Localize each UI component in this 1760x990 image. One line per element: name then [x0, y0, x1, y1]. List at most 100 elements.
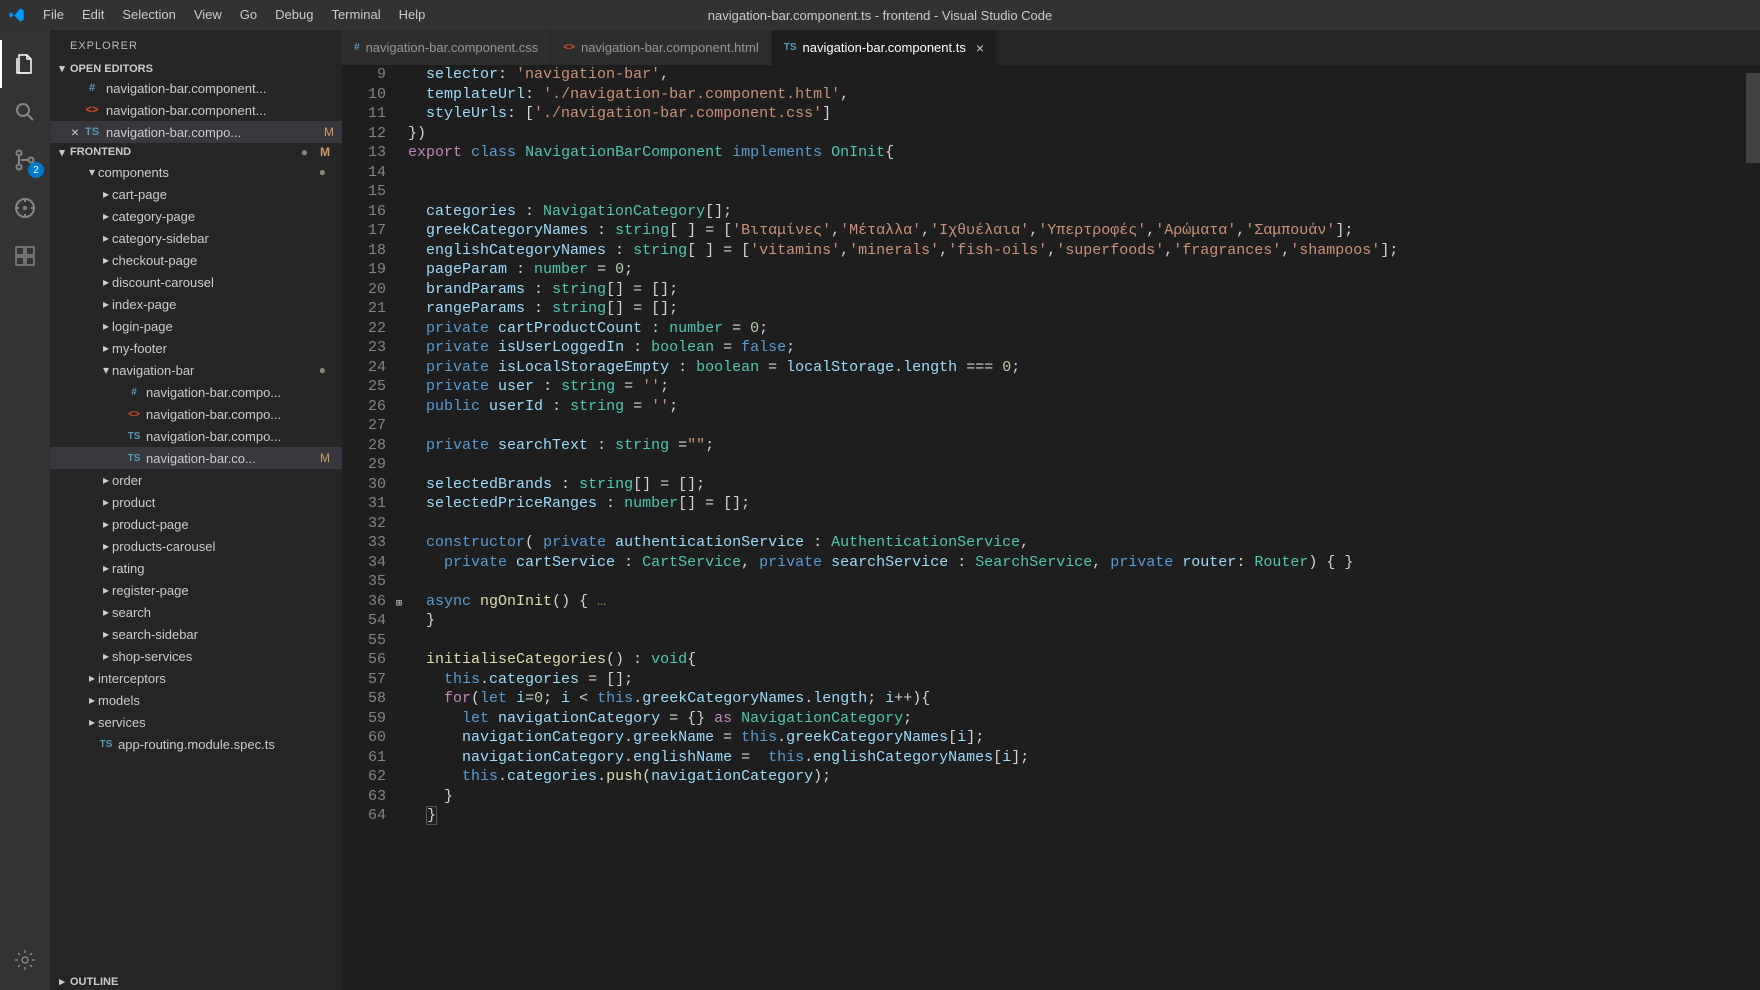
- chevron-icon[interactable]: ▾: [86, 165, 98, 179]
- chevron-icon[interactable]: ▸: [100, 319, 112, 333]
- tree-item[interactable]: ▸checkout-page: [50, 249, 342, 271]
- tree-item[interactable]: ▸product-page: [50, 513, 342, 535]
- debug-icon[interactable]: [0, 184, 50, 232]
- editor-tab[interactable]: TSnavigation-bar.component.ts×: [772, 30, 997, 65]
- source-control-icon[interactable]: 2: [0, 136, 50, 184]
- tree-item[interactable]: ▸interceptors: [50, 667, 342, 689]
- open-editors-header[interactable]: ▾OPEN EDITORS: [50, 60, 342, 77]
- tree-item[interactable]: ▸product: [50, 491, 342, 513]
- code-line[interactable]: this.categories.push(navigationCategory)…: [408, 767, 1746, 787]
- tree-item[interactable]: ▸index-page: [50, 293, 342, 315]
- chevron-icon[interactable]: ▾: [100, 363, 112, 377]
- code-line[interactable]: navigationCategory.englishName = this.en…: [408, 748, 1746, 768]
- chevron-icon[interactable]: ▸: [100, 209, 112, 223]
- settings-gear-icon[interactable]: [0, 936, 50, 984]
- code-line[interactable]: englishCategoryNames : string[ ] = ['vit…: [408, 241, 1746, 261]
- chevron-icon[interactable]: ▸: [100, 341, 112, 355]
- tree-item[interactable]: ▸search-sidebar: [50, 623, 342, 645]
- code-line[interactable]: for(let i=0; i < this.greekCategoryNames…: [408, 689, 1746, 709]
- code-content[interactable]: selector: 'navigation-bar', templateUrl:…: [404, 65, 1746, 990]
- outline-header[interactable]: ▸OUTLINE: [50, 973, 342, 990]
- menu-selection[interactable]: Selection: [113, 0, 184, 30]
- tree-item[interactable]: #navigation-bar.compo...: [50, 381, 342, 403]
- code-line[interactable]: export class NavigationBarComponent impl…: [408, 143, 1746, 163]
- open-editor-item[interactable]: <>navigation-bar.component...: [50, 99, 342, 121]
- code-line[interactable]: private cartProductCount : number = 0;: [408, 319, 1746, 339]
- editor-tab[interactable]: <>navigation-bar.component.html: [551, 30, 771, 65]
- code-line[interactable]: }: [408, 787, 1746, 807]
- tree-item[interactable]: ▸category-page: [50, 205, 342, 227]
- tree-item[interactable]: ▸category-sidebar: [50, 227, 342, 249]
- chevron-icon[interactable]: ▸: [100, 231, 112, 245]
- frontend-header[interactable]: ▾FRONTEND ● M: [50, 143, 342, 161]
- tree-item[interactable]: ▾navigation-bar●: [50, 359, 342, 381]
- code-line[interactable]: [408, 572, 1746, 592]
- tree-item[interactable]: ▸shop-services: [50, 645, 342, 667]
- tree-item[interactable]: ▸login-page: [50, 315, 342, 337]
- code-line[interactable]: [408, 416, 1746, 436]
- menu-help[interactable]: Help: [390, 0, 435, 30]
- code-line[interactable]: let navigationCategory = {} as Navigatio…: [408, 709, 1746, 729]
- code-line[interactable]: }): [408, 124, 1746, 144]
- code-line[interactable]: styleUrls: ['./navigation-bar.component.…: [408, 104, 1746, 124]
- code-line[interactable]: rangeParams : string[] = [];: [408, 299, 1746, 319]
- tree-item[interactable]: ▸services: [50, 711, 342, 733]
- menu-file[interactable]: File: [34, 0, 73, 30]
- chevron-icon[interactable]: ▸: [100, 583, 112, 597]
- code-editor[interactable]: 9101112131415161718192021222324252627282…: [342, 65, 1760, 990]
- code-line[interactable]: [408, 514, 1746, 534]
- open-editor-item[interactable]: ×TSnavigation-bar.compo...M: [50, 121, 342, 143]
- chevron-icon[interactable]: ▸: [86, 693, 98, 707]
- fold-icon[interactable]: ⊞: [396, 595, 402, 615]
- code-line[interactable]: private isLocalStorageEmpty : boolean = …: [408, 358, 1746, 378]
- tree-item[interactable]: ▸products-carousel: [50, 535, 342, 557]
- search-icon[interactable]: [0, 88, 50, 136]
- code-line[interactable]: async ngOnInit() { …: [408, 592, 1746, 612]
- chevron-icon[interactable]: ▸: [100, 275, 112, 289]
- open-editor-item[interactable]: #navigation-bar.component...: [50, 77, 342, 99]
- code-line[interactable]: constructor( private authenticationServi…: [408, 533, 1746, 553]
- menu-go[interactable]: Go: [231, 0, 266, 30]
- tree-item[interactable]: ▸my-footer: [50, 337, 342, 359]
- code-line[interactable]: selectedPriceRanges : number[] = [];: [408, 494, 1746, 514]
- tree-item[interactable]: ▸rating: [50, 557, 342, 579]
- code-line[interactable]: [408, 455, 1746, 475]
- chevron-icon[interactable]: ▸: [100, 649, 112, 663]
- editor-tab[interactable]: #navigation-bar.component.css: [342, 30, 551, 65]
- tree-item[interactable]: ▸order: [50, 469, 342, 491]
- code-line[interactable]: private searchText : string ="";: [408, 436, 1746, 456]
- code-line[interactable]: templateUrl: './navigation-bar.component…: [408, 85, 1746, 105]
- code-line[interactable]: [408, 163, 1746, 183]
- chevron-icon[interactable]: ▸: [100, 517, 112, 531]
- close-icon[interactable]: ×: [976, 40, 984, 56]
- code-line[interactable]: selector: 'navigation-bar',: [408, 65, 1746, 85]
- menu-debug[interactable]: Debug: [266, 0, 322, 30]
- code-line[interactable]: pageParam : number = 0;: [408, 260, 1746, 280]
- tree-item[interactable]: ▸register-page: [50, 579, 342, 601]
- chevron-icon[interactable]: ▸: [86, 715, 98, 729]
- tree-item[interactable]: TSnavigation-bar.compo...: [50, 425, 342, 447]
- scrollbar-thumb[interactable]: [1746, 73, 1760, 163]
- tree-item[interactable]: ▾components●: [50, 161, 342, 183]
- chevron-icon[interactable]: ▸: [100, 627, 112, 641]
- chevron-icon[interactable]: ▸: [86, 671, 98, 685]
- tree-item[interactable]: TSapp-routing.module.spec.ts: [50, 733, 342, 755]
- code-line[interactable]: navigationCategory.greekName = this.gree…: [408, 728, 1746, 748]
- code-line[interactable]: public userId : string = '';: [408, 397, 1746, 417]
- tree-item[interactable]: ▸cart-page: [50, 183, 342, 205]
- tree-item[interactable]: ▸models: [50, 689, 342, 711]
- menu-view[interactable]: View: [185, 0, 231, 30]
- menu-terminal[interactable]: Terminal: [322, 0, 389, 30]
- code-line[interactable]: private user : string = '';: [408, 377, 1746, 397]
- explorer-icon[interactable]: [0, 40, 50, 88]
- chevron-icon[interactable]: ▸: [100, 473, 112, 487]
- chevron-icon[interactable]: ▸: [100, 253, 112, 267]
- chevron-icon[interactable]: ▸: [100, 495, 112, 509]
- menu-edit[interactable]: Edit: [73, 0, 113, 30]
- code-line[interactable]: categories : NavigationCategory[];: [408, 202, 1746, 222]
- chevron-icon[interactable]: ▸: [100, 605, 112, 619]
- code-line[interactable]: selectedBrands : string[] = [];: [408, 475, 1746, 495]
- code-line[interactable]: this.categories = [];: [408, 670, 1746, 690]
- chevron-icon[interactable]: ▸: [100, 187, 112, 201]
- tree-item[interactable]: TSnavigation-bar.co...M: [50, 447, 342, 469]
